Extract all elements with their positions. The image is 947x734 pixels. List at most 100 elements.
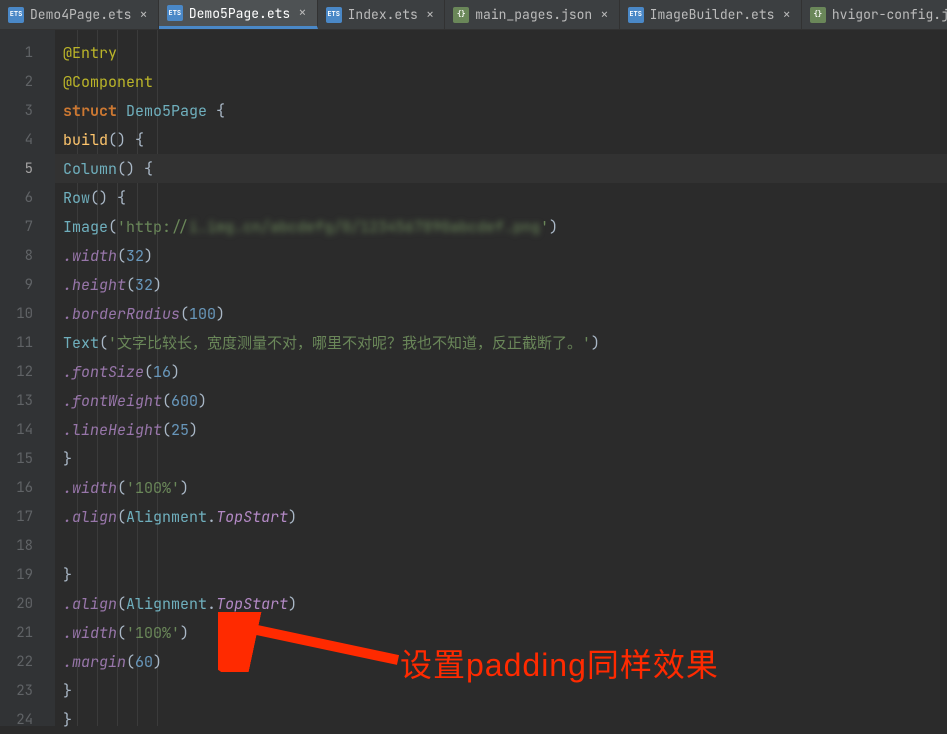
line-number[interactable]: 17 — [0, 502, 55, 531]
close-icon[interactable]: × — [137, 6, 149, 24]
line-number[interactable]: 4 — [0, 125, 55, 154]
paren: ) — [171, 362, 180, 382]
string: '文字比较长，宽度测量不对，哪里不对呢？我也不知道，反正截断了。' — [108, 332, 591, 353]
line-number[interactable]: 21 — [0, 618, 55, 647]
tab-demo4page-ets[interactable]: ETSDemo4Page.ets× — [0, 0, 159, 29]
code-line[interactable]: .width('100%') — [55, 618, 947, 647]
code-line[interactable]: struct Demo5Page { — [55, 96, 947, 125]
chained-method: .fontWeight — [63, 391, 162, 411]
close-icon[interactable]: × — [780, 6, 792, 24]
line-number[interactable]: 5 — [0, 154, 55, 183]
chained-method: .width — [63, 623, 117, 643]
code-line[interactable] — [55, 531, 947, 560]
line-number[interactable]: 7 — [0, 212, 55, 241]
line-number[interactable]: 20 — [0, 589, 55, 618]
line-number[interactable]: 22 — [0, 647, 55, 676]
number: 25 — [171, 420, 189, 440]
paren: ) — [288, 594, 297, 614]
paren: ) — [216, 304, 225, 324]
enum-type: Alignment — [126, 507, 207, 527]
number: 32 — [135, 275, 153, 295]
line-number[interactable]: 3 — [0, 96, 55, 125]
component: Image — [63, 217, 108, 237]
tab-index-ets[interactable]: ETSIndex.ets× — [318, 0, 446, 29]
tab-label: Index.ets — [348, 6, 418, 23]
code-line[interactable]: .fontWeight(600) — [55, 386, 947, 415]
line-number[interactable]: 11 — [0, 328, 55, 357]
json-file-icon: {} — [453, 7, 469, 23]
code-line[interactable]: Text('文字比较长，宽度测量不对，哪里不对呢？我也不知道，反正截断了。') — [55, 328, 947, 357]
tab-imagebuilder-ets[interactable]: ETSImageBuilder.ets× — [620, 0, 802, 29]
method-name: build — [63, 130, 108, 150]
close-icon[interactable]: × — [424, 6, 436, 24]
brace: } — [63, 449, 72, 469]
code-line[interactable]: .width('100%') — [55, 473, 947, 502]
code-line[interactable]: @Component — [55, 67, 947, 96]
code-area[interactable]: @Entry @Component struct Demo5Page { bui… — [55, 30, 947, 726]
paren: ( — [117, 594, 126, 614]
code-line[interactable]: .borderRadius(100) — [55, 299, 947, 328]
code-line-current[interactable]: Column() { — [55, 154, 947, 183]
keyword: struct — [63, 101, 126, 121]
code-line[interactable]: .fontSize(16) — [55, 357, 947, 386]
code-line[interactable]: .margin(60) — [55, 647, 947, 676]
line-number[interactable]: 15 — [0, 444, 55, 473]
code-line[interactable]: .align(Alignment.TopStart) — [55, 589, 947, 618]
line-number[interactable]: 16 — [0, 473, 55, 502]
string: 'http:// — [117, 217, 189, 237]
code-line[interactable]: .lineHeight(25) — [55, 415, 947, 444]
paren: ) — [549, 217, 558, 237]
tab-label: main_pages.json — [475, 6, 592, 23]
code-line[interactable]: } — [55, 705, 947, 734]
line-number[interactable]: 6 — [0, 183, 55, 212]
line-number[interactable]: 13 — [0, 386, 55, 415]
code-line[interactable]: .height(32) — [55, 270, 947, 299]
code-line[interactable]: .width(32) — [55, 241, 947, 270]
code-line[interactable]: build() { — [55, 125, 947, 154]
code-line[interactable]: Row() { — [55, 183, 947, 212]
line-number[interactable]: 9 — [0, 270, 55, 299]
paren: ) — [189, 420, 198, 440]
line-number[interactable]: 8 — [0, 241, 55, 270]
paren: ( — [162, 391, 171, 411]
line-number[interactable]: 2 — [0, 67, 55, 96]
tab-label: Demo5Page.ets — [189, 5, 290, 22]
paren: ) — [153, 652, 162, 672]
brace: () { — [90, 188, 126, 208]
paren: ) — [180, 478, 189, 498]
line-number[interactable]: 12 — [0, 357, 55, 386]
line-number[interactable]: 24 — [0, 705, 55, 734]
tab-demo5page-ets[interactable]: ETSDemo5Page.ets× — [159, 0, 318, 29]
line-number[interactable]: 23 — [0, 676, 55, 705]
line-number[interactable]: 18 — [0, 531, 55, 560]
tab-hvigor-config-js[interactable]: {}hvigor-config.js× — [802, 0, 947, 29]
chained-method: .borderRadius — [63, 304, 180, 324]
number: 16 — [153, 362, 171, 382]
paren: ( — [117, 478, 126, 498]
line-number[interactable]: 1 — [0, 38, 55, 67]
ets-file-icon: ETS — [628, 7, 644, 23]
close-icon[interactable]: × — [296, 4, 308, 22]
tab-label: hvigor-config.js — [832, 6, 947, 23]
enum-value: TopStart — [216, 594, 288, 614]
brace: { — [207, 101, 225, 121]
code-line[interactable]: } — [55, 560, 947, 589]
paren: ) — [198, 391, 207, 411]
line-number[interactable]: 14 — [0, 415, 55, 444]
line-number[interactable]: 19 — [0, 560, 55, 589]
paren: ( — [117, 507, 126, 527]
code-line[interactable]: } — [55, 444, 947, 473]
dot: . — [207, 507, 216, 527]
tab-main_pages-json[interactable]: {} main_pages.json × — [445, 0, 619, 29]
code-line[interactable]: .align(Alignment.TopStart) — [55, 502, 947, 531]
code-line[interactable]: Image('http://i.img.cn/abcdefg/0/1234567… — [55, 212, 947, 241]
chained-method: .margin — [63, 652, 126, 672]
paren: ( — [144, 362, 153, 382]
code-line[interactable]: @Entry — [55, 38, 947, 67]
close-icon[interactable]: × — [598, 6, 610, 24]
dot: . — [207, 594, 216, 614]
component: Row — [63, 188, 90, 208]
line-number[interactable]: 10 — [0, 299, 55, 328]
chained-method: .align — [63, 594, 117, 614]
code-line[interactable]: } — [55, 676, 947, 705]
